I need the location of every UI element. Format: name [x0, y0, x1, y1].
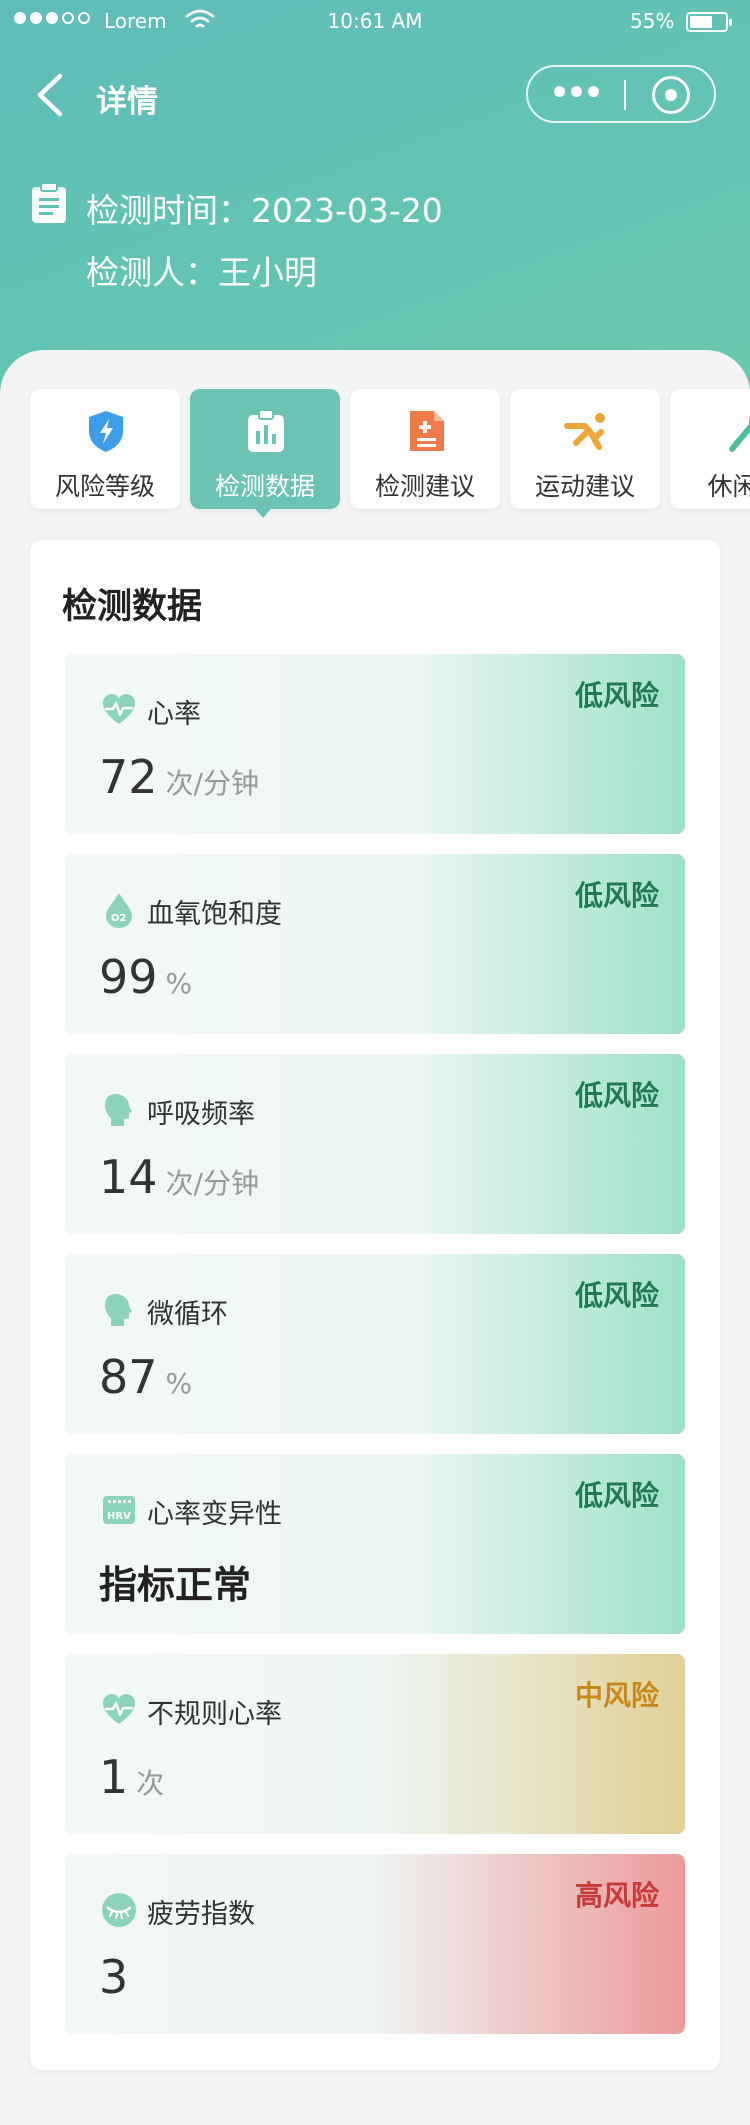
metric-unit: % — [165, 1367, 193, 1400]
metric-card-hrv[interactable]: HRV 心率变异性 低风险 指标正常 — [65, 1454, 685, 1634]
risk-badge: 低风险 — [574, 1479, 659, 1512]
head-profile-icon — [105, 1094, 132, 1126]
metric-name: 血氧饱和度 — [147, 899, 282, 930]
detection-person: 检测人：王小明 — [86, 253, 317, 292]
metric-value: 3 — [99, 1950, 129, 2004]
metric-card-fatigue[interactable]: 疲劳指数 高风险 3 — [65, 1854, 685, 2034]
risk-badge: 高风险 — [574, 1879, 659, 1912]
sleepy-eye-icon — [102, 1893, 136, 1927]
clipboard-chart-icon — [248, 409, 284, 452]
nav-bar: 详情 — [0, 60, 750, 130]
risk-badge: 低风险 — [574, 879, 659, 912]
metric-name: 不规则心率 — [147, 1699, 282, 1730]
metric-card-heart-rate[interactable]: 心率 低风险 72 次/分钟 — [65, 654, 685, 834]
heartbeat-icon — [103, 694, 135, 724]
metric-name: 心率 — [147, 699, 201, 730]
metric-value-row: 3 — [99, 1950, 128, 2004]
metric-name: 微循环 — [147, 1299, 228, 1330]
tab-detection-advice[interactable]: 检测建议 — [350, 389, 500, 509]
heartbeat-icon — [103, 1694, 135, 1724]
metric-card-blood-oxygen[interactable]: O2 血氧饱和度 低风险 99% — [65, 854, 685, 1034]
page-title: 详情 — [96, 84, 158, 120]
detection-time: 检测时间：2023-03-20 — [86, 191, 443, 230]
tab-label: 运动建议 — [534, 472, 635, 501]
tab-detection-data[interactable]: 检测数据 — [190, 389, 340, 509]
tab-label: 风险等级 — [54, 472, 155, 501]
metric-value-row: 14 次/分钟 — [99, 1150, 259, 1204]
oxygen-drop-icon: O2 — [106, 893, 132, 928]
metric-card-irregular-heart-rate[interactable]: 不规则心率 中风险 1次 — [65, 1654, 685, 1834]
metric-value: 87 — [99, 1350, 158, 1404]
capsule-divider — [624, 80, 626, 110]
metric-value: 指标正常 — [99, 1563, 252, 1607]
leisure-icon — [729, 417, 750, 452]
metric-value: 99 — [99, 950, 158, 1004]
document-icon — [410, 411, 444, 451]
clipboard-icon — [32, 182, 66, 223]
metric-value-row: 99% — [99, 950, 192, 1004]
battery-percent: 55% — [630, 9, 675, 33]
tab-bar: 风险等级 检测数据 检测建议 运动建议 休闲 — [0, 388, 750, 518]
svg-text:O2: O2 — [111, 913, 127, 924]
metric-name: 疲劳指数 — [147, 1899, 255, 1930]
shield-icon — [89, 411, 123, 452]
metric-value: 14 — [99, 1150, 158, 1204]
metric-value: 1 — [99, 1750, 129, 1804]
runner-icon — [564, 413, 605, 450]
panel-title: 检测数据 — [62, 587, 203, 627]
close-target-icon[interactable] — [652, 76, 690, 114]
metric-value-row: 87% — [99, 1350, 192, 1404]
metric-value-row: 72 次/分钟 — [99, 750, 259, 804]
tab-label: 休闲娱 — [707, 472, 750, 501]
tab-risk-level[interactable]: 风险等级 — [30, 389, 180, 509]
tab-exercise-advice[interactable]: 运动建议 — [510, 389, 660, 509]
metric-value: 72 — [99, 750, 158, 804]
tab-label: 检测数据 — [214, 472, 315, 501]
status-bar: Lorem 10:61 AM 55% — [0, 0, 750, 44]
risk-badge: 低风险 — [574, 1279, 659, 1312]
metric-card-microcirculation[interactable]: 微循环 低风险 87% — [65, 1254, 685, 1434]
more-dots-icon[interactable] — [554, 86, 599, 97]
risk-badge: 中风险 — [574, 1679, 659, 1712]
head-profile-icon — [105, 1294, 132, 1326]
metric-unit: % — [165, 967, 193, 1000]
tab-leisure[interactable]: 休闲娱 — [670, 389, 750, 509]
metric-value-row: 1次 — [99, 1750, 164, 1804]
metric-card-respiration[interactable]: 呼吸频率 低风险 14 次/分钟 — [65, 1054, 685, 1234]
tab-label: 检测建议 — [374, 472, 475, 501]
metric-unit: 次/分钟 — [165, 767, 259, 800]
metric-unit: 次/分钟 — [165, 1167, 259, 1200]
battery-icon — [686, 12, 732, 32]
svg-text:HRV: HRV — [107, 1511, 131, 1522]
back-arrow-icon[interactable] — [30, 70, 70, 120]
detection-data-panel: 检测数据 心率 低风险 72 次/分钟 O2 血氧饱和度 低风险 99% 呼吸频率… — [30, 540, 720, 2070]
metric-unit: 次 — [136, 1767, 165, 1800]
metric-name: 心率变异性 — [147, 1499, 282, 1530]
active-tab-pointer — [251, 504, 275, 518]
risk-badge: 低风险 — [574, 679, 659, 712]
metric-name: 呼吸频率 — [147, 1099, 255, 1130]
miniprogram-capsule — [526, 65, 716, 123]
risk-badge: 低风险 — [574, 1079, 659, 1112]
hrv-icon: HRV — [103, 1496, 135, 1524]
